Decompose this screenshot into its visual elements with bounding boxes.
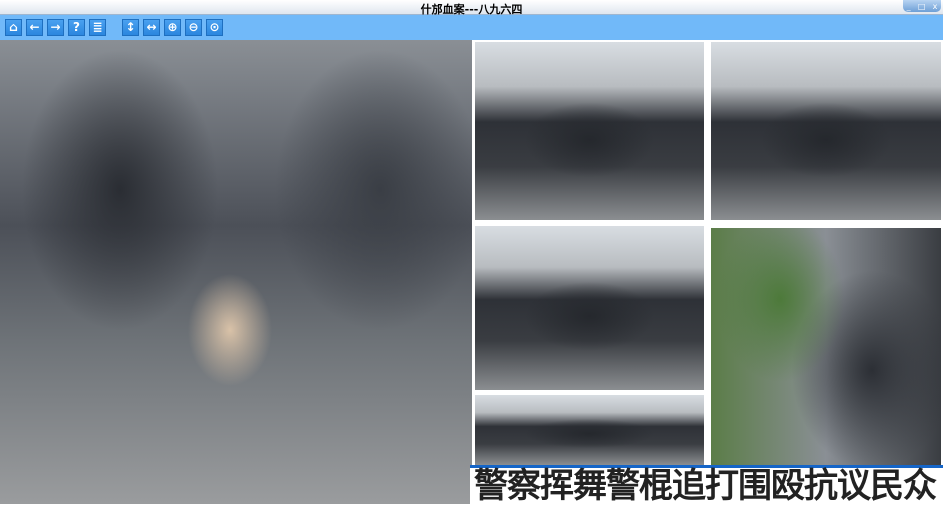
collage-photo-4 (711, 228, 941, 465)
zoom-actual-icon[interactable]: ⊙ (206, 19, 223, 36)
window-controls: _ □ x (903, 0, 941, 12)
collage-photo-1 (475, 42, 704, 220)
toolbar: ⌂ ← → ? ≣ ↕ ↔ ⊕ ⊖ ⊙ (0, 15, 943, 40)
main-photo (0, 40, 472, 504)
close-button[interactable]: x (933, 2, 938, 11)
maximize-button[interactable]: □ (918, 2, 926, 11)
contents-icon[interactable]: ≣ (89, 19, 106, 36)
fit-width-icon[interactable]: ↔ (143, 19, 160, 36)
zoom-in-icon[interactable]: ⊕ (164, 19, 181, 36)
collage-photo-3 (475, 226, 704, 390)
photo-caption: 警察挥舞警棍追打围殴抗议民众 (470, 465, 943, 504)
collage-photo-2 (711, 42, 941, 220)
zoom-out-icon[interactable]: ⊖ (185, 19, 202, 36)
forward-arrow-icon[interactable]: → (47, 19, 64, 36)
home-icon[interactable]: ⌂ (5, 19, 22, 36)
minimize-button[interactable]: _ (907, 2, 911, 11)
back-arrow-icon[interactable]: ← (26, 19, 43, 36)
title-bar: 什邡血案---八九六四 _ □ x (0, 0, 943, 16)
help-icon[interactable]: ? (68, 19, 85, 36)
caption-text: 警察挥舞警棍追打围殴抗议民众 (474, 466, 937, 506)
collage-photo-5 (475, 395, 704, 465)
fit-height-icon[interactable]: ↕ (122, 19, 139, 36)
